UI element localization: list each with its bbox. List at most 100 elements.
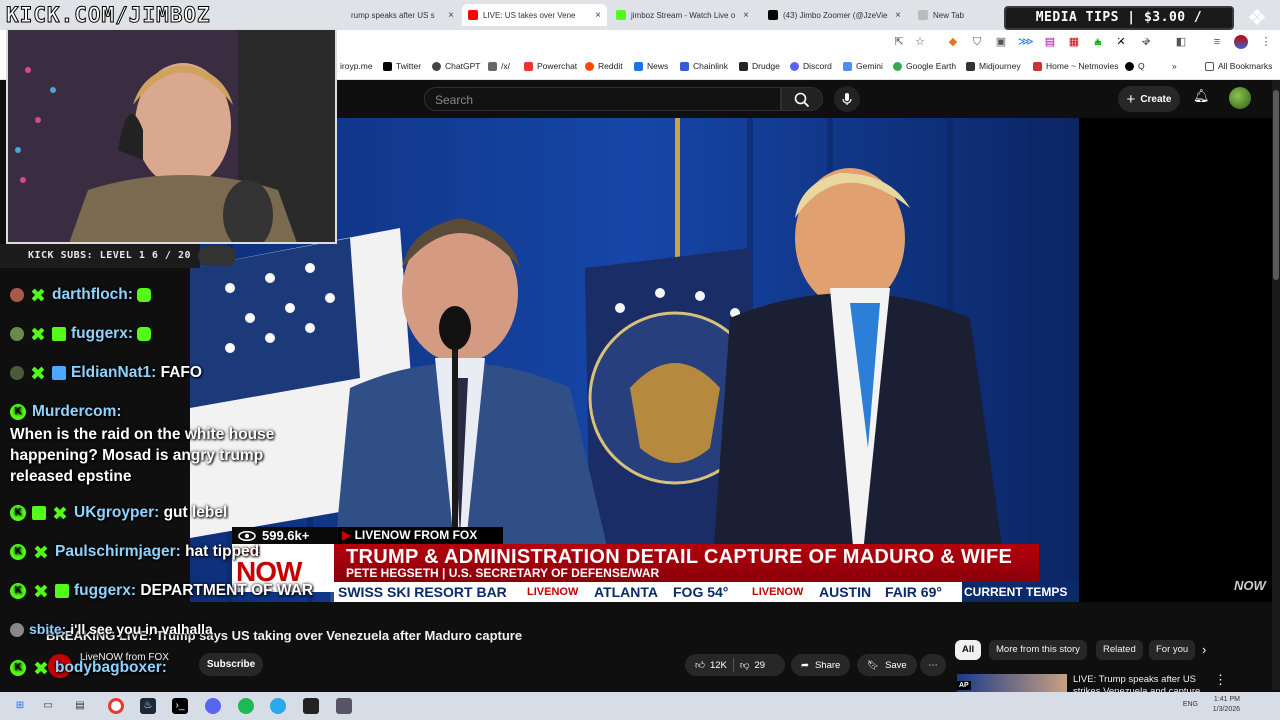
ticker-item: FAIR 69° (885, 584, 942, 600)
user-avatar-icon (10, 623, 24, 638)
notifications-bell-icon[interactable]: 🔔︎ (1193, 88, 1210, 104)
chip-for-you[interactable]: For you (1149, 640, 1196, 660)
netmovies-icon (1033, 61, 1042, 71)
recommended-video-thumbnail[interactable]: AP (957, 674, 1067, 692)
app-icon[interactable] (336, 698, 352, 714)
user-avatar-icon (10, 365, 24, 380)
task-view-icon[interactable]: ▭ (40, 698, 56, 714)
chip-related[interactable]: Related (1096, 640, 1143, 660)
menu-icon[interactable]: ⋮ (1259, 35, 1273, 49)
wifi-icon[interactable]: ⋙ (1018, 35, 1034, 49)
kick-url-overlay: KICK.COM/JIMBOZ (6, 3, 211, 28)
input-language[interactable]: ENG (1183, 701, 1198, 708)
bookmark-item[interactable]: Google Earth (893, 61, 956, 71)
bookmark-item[interactable]: News (634, 61, 668, 71)
subhead-text: PETE HEGSETH | U.S. SECRETARY OF DEFENSE… (346, 566, 660, 580)
spotify-icon[interactable] (238, 698, 254, 714)
chat-message: K UKgroyper: gut lebel (10, 502, 227, 523)
windows-start-icon[interactable]: ⊞ (12, 698, 28, 714)
like-count: 12K (709, 659, 727, 671)
page-scrollbar[interactable] (1272, 80, 1280, 690)
bookmark-label: Home ~ Netmovies (1046, 61, 1119, 71)
tab-trump-speaks[interactable]: rump speaks after US s × (345, 4, 460, 26)
bookmark-item[interactable]: Gemini (843, 61, 883, 71)
chat-text: hat tipped (185, 543, 260, 560)
sub-goal-graphic (198, 246, 236, 266)
bookmark-item[interactable]: Chainlink (680, 61, 728, 71)
extension-icon[interactable]: ▦ (1067, 35, 1081, 49)
chat-message: sbite: i'll see you in valhalla (10, 619, 213, 640)
close-tab-icon[interactable]: × (589, 10, 601, 21)
bookmark-star-icon[interactable]: ☆ (913, 35, 927, 49)
all-bookmarks[interactable]: All Bookmarks (1205, 61, 1272, 71)
tab-jimboz-stream[interactable]: jimboz Stream - Watch Live o × (610, 4, 755, 26)
voice-search-button[interactable] (834, 86, 860, 112)
extension-icon[interactable]: ▣ (994, 35, 1008, 49)
steam-icon[interactable]: ♨ (140, 698, 156, 714)
chat-message: K Paulschirmjager: hat tipped (10, 541, 259, 562)
recommended-more-icon[interactable]: ⋮ (1214, 672, 1227, 688)
chat-text: When is the raid on the white house happ… (10, 426, 275, 485)
bookmark-item[interactable]: Twitter (383, 61, 421, 71)
terminal-icon[interactable]: ›_ (172, 698, 188, 714)
tab-jimbo-zoomer-x[interactable]: (43) Jimbo Zoomer (@JzeVie × (762, 4, 907, 26)
chrome-icon[interactable] (108, 698, 124, 714)
media-control-icon[interactable]: ≡ (1210, 35, 1224, 49)
extension-icon[interactable]: ▤ (1043, 35, 1057, 49)
metamask-icon[interactable]: ◆ (946, 35, 960, 49)
close-tab-icon[interactable]: × (737, 10, 749, 21)
file-explorer-icon[interactable]: ▤ (72, 698, 88, 714)
chip-more-from-story[interactable]: More from this story (989, 640, 1087, 660)
bookmark-item[interactable]: Discord (790, 61, 832, 71)
bookmark-item[interactable]: Reddit (585, 61, 623, 71)
chat-username: UKgroyper: (74, 504, 160, 521)
sub-badge-icon (32, 505, 46, 520)
install-icon[interactable]: ⇱ (892, 35, 906, 49)
more-icon: ⋯ (928, 659, 938, 671)
chat-username: Paulschirmjager: (55, 543, 181, 560)
drudge-icon (739, 61, 748, 71)
discord-taskbar-icon[interactable] (205, 698, 221, 714)
obs-icon[interactable] (303, 698, 319, 714)
profile-icon[interactable] (1234, 35, 1248, 49)
bookmark-label: Reddit (598, 61, 623, 71)
sword-badge-icon (52, 365, 66, 380)
bookmark-item[interactable]: ChatGPT (432, 61, 480, 71)
user-avatar-icon (10, 287, 24, 302)
tab-new-tab[interactable]: New Tab (912, 4, 997, 26)
system-clock[interactable]: 1:41 PM 1/3/2026 (1213, 695, 1240, 715)
bookmark-item[interactable]: iroyp.me (340, 61, 373, 71)
close-tab-icon[interactable]: × (889, 10, 901, 21)
bookmark-item[interactable]: Midjourney (966, 61, 1021, 71)
bookmark-item[interactable]: Q (1125, 61, 1145, 71)
chip-all[interactable]: All (955, 640, 982, 660)
bookmark-label: Google Earth (906, 61, 957, 71)
more-bookmarks-icon[interactable]: » (1172, 61, 1177, 71)
more-actions-button[interactable]: ⋯ (920, 654, 946, 676)
chat-username: fuggerx: (74, 582, 136, 599)
create-button[interactable]: + Create (1118, 86, 1180, 112)
search-button[interactable] (781, 87, 823, 111)
chat-message: EldianNat1: FAFO (10, 362, 202, 383)
save-button[interactable]: 🔖︎ Save (857, 654, 917, 676)
close-tab-icon[interactable]: × (442, 10, 454, 21)
like-button[interactable]: 👍︎ 12K (695, 659, 727, 672)
tab-live-us-takes-over[interactable]: LIVE: US takes over Vene × (462, 4, 607, 26)
account-avatar[interactable] (1229, 87, 1251, 109)
telegram-icon[interactable] (270, 698, 286, 714)
sidepanel-icon[interactable]: ◧ (1174, 35, 1188, 49)
bookmark-label: Powerchat (537, 61, 578, 71)
share-button[interactable]: ➦ Share (791, 654, 851, 676)
kick-badge-icon: K (10, 403, 26, 420)
bookmark-item[interactable]: /x/ (488, 61, 510, 71)
shield-icon[interactable]: ⛉ (970, 35, 984, 49)
bookmark-item[interactable]: Home ~ Netmovies (1033, 61, 1119, 71)
bookmark-item[interactable]: Drudge (739, 61, 780, 71)
video-letterbox (1079, 118, 1272, 602)
bookmark-item[interactable]: Powerchat (524, 61, 577, 71)
search-input[interactable]: Search (424, 87, 781, 111)
scrollbar-thumb[interactable] (1273, 90, 1279, 280)
chat-username: sbite: (29, 621, 67, 637)
dislike-button[interactable]: 👎︎ 29 (740, 659, 765, 672)
chevron-right-icon[interactable]: › (1202, 642, 1206, 657)
